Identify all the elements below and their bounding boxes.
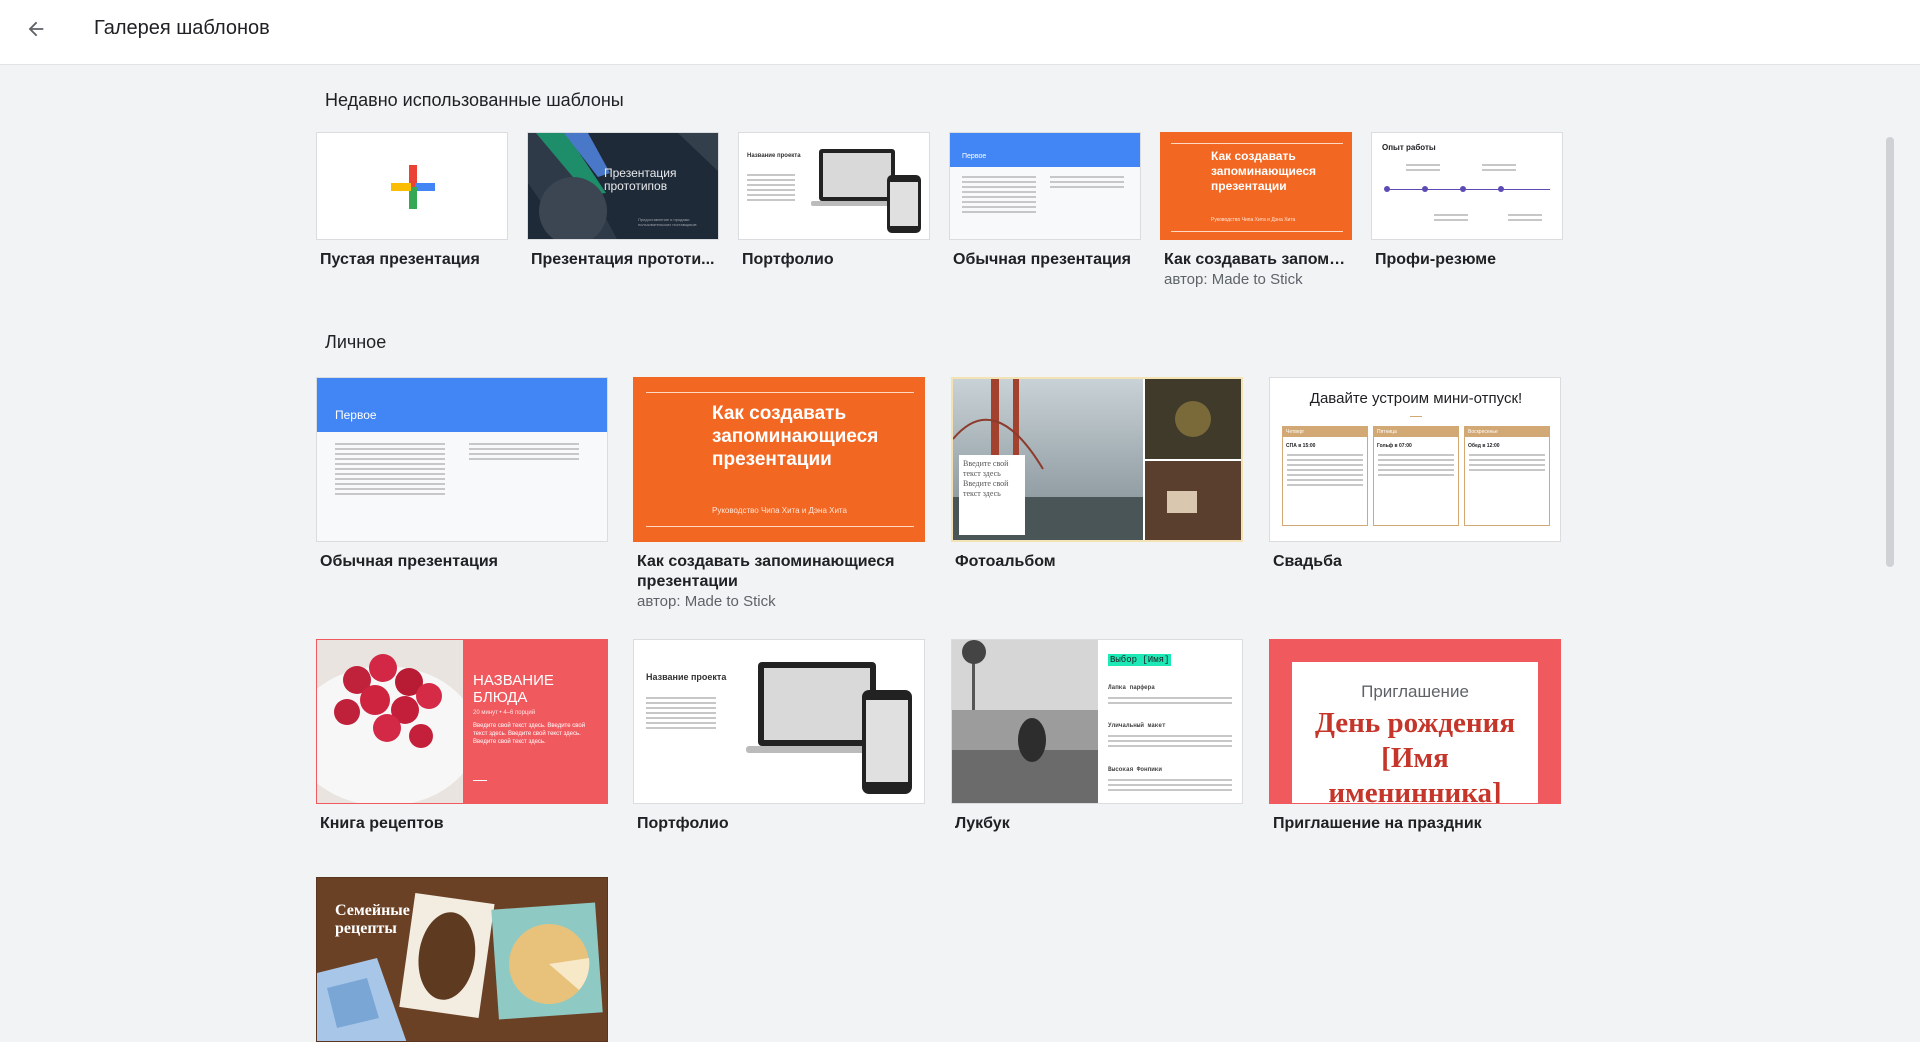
template-thumbnail: Введите свой текст здесь Введите свой те… xyxy=(951,377,1243,542)
raspberries-photo xyxy=(317,640,463,803)
template-card-recipe-book[interactable]: НАЗВАНИЕ БЛЮДА 20 минут • 4–6 порций Вве… xyxy=(316,639,608,834)
template-title: Как создавать запоминающиеся презентации xyxy=(637,553,895,590)
thumb-heading: Выбор [Имя] xyxy=(1108,654,1172,666)
template-title: Приглашение на праздник xyxy=(1273,815,1482,832)
template-card-blank[interactable]: Пустая презентация xyxy=(316,132,508,270)
phone-graphic xyxy=(862,690,912,794)
template-title: Обычная презентация xyxy=(953,251,1132,268)
template-thumbnail: Выбор [Имя] Лапка парфера Уличальный мак… xyxy=(951,639,1243,804)
top-bar: Галерея шаблонов xyxy=(0,0,1920,65)
template-thumbnail: Название проекта xyxy=(633,639,925,804)
thumb-heading: Как создавать запоминающиеся презентации xyxy=(712,403,879,470)
template-card-portfolio[interactable]: Название проекта Портфолио xyxy=(738,132,930,270)
template-thumbnail: Семейные рецепты xyxy=(316,877,608,1042)
template-card-birthday-invitation[interactable]: Приглашение День рождения [Имя именинник… xyxy=(1269,639,1561,834)
template-card-resume[interactable]: Опыт работы Профи-резюме xyxy=(1371,132,1563,270)
template-thumbnail: НАЗВАНИЕ БЛЮДА 20 минут • 4–6 порций Вве… xyxy=(316,639,608,804)
arrow-back-icon xyxy=(28,21,44,37)
template-title: Портфолио xyxy=(637,815,729,832)
thumb-text-lines xyxy=(962,173,1036,216)
template-card-portfolio[interactable]: Название проекта Портфолио xyxy=(633,639,925,834)
template-title: Профи-резюме xyxy=(1375,251,1497,268)
template-thumbnail: Как создавать запоминающиеся презентации… xyxy=(633,377,925,542)
scrollbar[interactable] xyxy=(1886,137,1894,567)
thumb-heading: Первое xyxy=(962,153,987,160)
laptop-graphic xyxy=(819,149,895,201)
schedule-column: Четверг СПА в 15:00 xyxy=(1282,426,1368,526)
back-button[interactable] xyxy=(20,12,52,46)
section-title-recent: Недавно использованные шаблоны xyxy=(325,90,624,110)
template-card-photo-album[interactable]: Введите свой текст здесь Введите свой те… xyxy=(951,377,1243,572)
template-title: Как создавать запоми... xyxy=(1164,251,1350,268)
thumb-heading: Семейные рецепты xyxy=(335,902,410,937)
template-card-lookbook[interactable]: Выбор [Имя] Лапка парфера Уличальный мак… xyxy=(951,639,1243,834)
thumb-heading: Название проекта xyxy=(747,153,801,159)
template-thumbnail: Первое xyxy=(316,377,608,542)
template-title: Свадьба xyxy=(1273,553,1342,570)
thumb-heading: Опыт работы xyxy=(1382,143,1436,152)
template-thumbnail: Приглашение День рождения [Имя именинник… xyxy=(1269,639,1561,804)
template-thumbnail: Первое xyxy=(949,132,1141,240)
template-thumbnail: Давайте устроим мини-отпуск! Четверг СПА… xyxy=(1269,377,1561,542)
timeline-line xyxy=(1386,189,1550,190)
template-card-prototype[interactable]: Презентация прототипов Предоставление и … xyxy=(527,132,719,270)
thumb-caption: День рождения [Имя именинника] xyxy=(1314,707,1516,804)
template-title: Презентация прототи... xyxy=(531,251,715,268)
template-thumbnail: Презентация прототипов Предоставление и … xyxy=(527,132,719,240)
template-card-made-to-stick[interactable]: Как создавать запоминающиеся презентации… xyxy=(633,377,925,610)
thumb-text-lines xyxy=(646,694,716,732)
template-author: автор: Made to Stick xyxy=(1164,271,1303,288)
thumb-caption: Руководство Чипа Хита и Дэна Хита xyxy=(1211,217,1296,223)
thumb-heading: Название проекта xyxy=(646,672,727,682)
thumb-body: Введите свой текст здесь. Введите свой т… xyxy=(473,723,586,745)
schedule-column: Воскресенье Обед в 12:00 xyxy=(1464,426,1550,526)
template-card-wedding[interactable]: Давайте устроим мини-отпуск! Четверг СПА… xyxy=(1269,377,1561,572)
thumb-heading: Давайте устроим мини-отпуск! xyxy=(1309,390,1523,407)
template-title: Книга рецептов xyxy=(320,815,444,832)
template-thumbnail: Как создавать запоминающиеся презентации… xyxy=(1160,132,1352,240)
thumb-caption: Предоставление и продажи пользовательски… xyxy=(638,217,697,227)
template-card-simple[interactable]: Первое Обычная презентация xyxy=(316,377,608,572)
template-gallery: Недавно использованные шаблоны Пустая пр… xyxy=(0,65,1920,1042)
thumb-heading: Как создавать запоминающиеся презентации xyxy=(1211,149,1317,193)
thumb-heading: Первое xyxy=(335,408,377,422)
template-title: Обычная презентация xyxy=(320,553,499,570)
thumb-heading: Приглашение xyxy=(1361,682,1469,701)
skater-photo xyxy=(952,640,1098,803)
page-title: Галерея шаблонов xyxy=(94,17,270,39)
thumb-text-lines xyxy=(335,440,445,498)
thumb-heading: НАЗВАНИЕ БЛЮДА xyxy=(473,672,554,706)
thumb-text-lines xyxy=(747,171,795,204)
template-thumbnail: Название проекта xyxy=(738,132,930,240)
plus-icon xyxy=(391,165,435,209)
template-card-made-to-stick[interactable]: Как создавать запоминающиеся презентации… xyxy=(1160,132,1352,288)
template-title: Лукбук xyxy=(955,815,1010,832)
thumb-caption: 20 минут • 4–6 порций xyxy=(473,710,536,716)
template-card-family-recipes[interactable]: Семейные рецепты xyxy=(316,877,608,1042)
phone-graphic xyxy=(887,175,921,233)
thumb-header-bar xyxy=(317,378,607,432)
thumb-header-bar xyxy=(950,133,1140,167)
thumb-text-box: Введите свой текст здесь Введите свой те… xyxy=(959,455,1025,535)
template-title: Портфолио xyxy=(742,251,834,268)
thumb-heading: Презентация прототипов xyxy=(604,166,677,193)
template-card-simple[interactable]: Первое Обычная презентация xyxy=(949,132,1141,270)
schedule-column: Пятница Гольф в 07:00 xyxy=(1373,426,1459,526)
template-thumbnail: Опыт работы xyxy=(1371,132,1563,240)
template-title: Пустая презентация xyxy=(320,251,480,268)
template-thumbnail xyxy=(316,132,508,240)
thumb-caption: Руководство Чипа Хита и Дэна Хита xyxy=(712,506,847,515)
template-author: автор: Made to Stick xyxy=(637,593,776,610)
template-title: Фотоальбом xyxy=(955,553,1056,570)
laptop-graphic xyxy=(758,662,876,746)
section-title-personal: Личное xyxy=(325,332,387,352)
